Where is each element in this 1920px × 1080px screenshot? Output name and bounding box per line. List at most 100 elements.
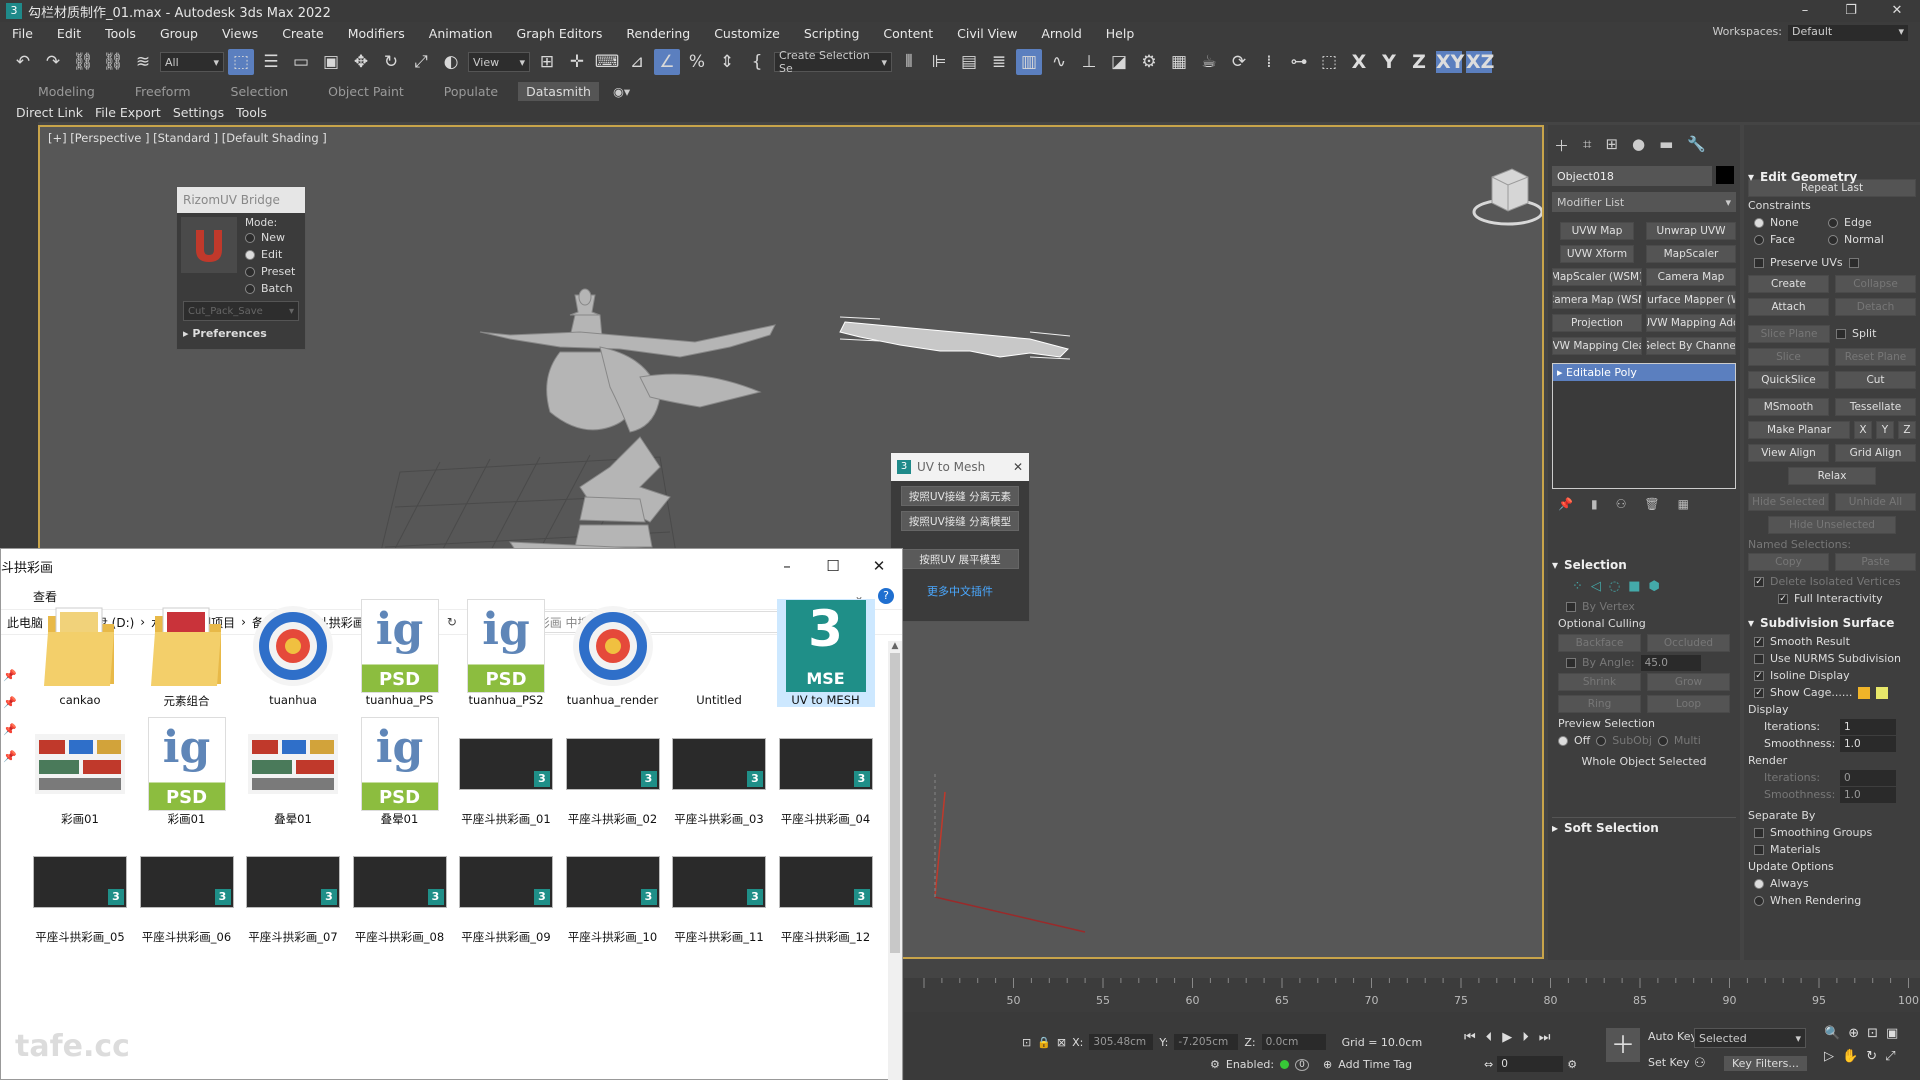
go-to-end-icon[interactable]: ⏭ xyxy=(1539,1030,1551,1045)
slice-button[interactable]: Slice xyxy=(1748,348,1829,366)
menu-item-customize[interactable]: Customize xyxy=(702,26,792,41)
collapse-button[interactable]: Collapse xyxy=(1835,275,1916,293)
axis-z-button[interactable]: Z xyxy=(1406,51,1432,73)
zoom-icon[interactable]: 🔍 xyxy=(1824,1026,1840,1041)
file-item[interactable]: 3 平座斗拱彩画_01 xyxy=(457,717,555,827)
lock-selection-icon[interactable]: 🔒 xyxy=(1037,1036,1051,1049)
current-frame-field[interactable]: 0 xyxy=(1497,1056,1564,1072)
menu-item-arnold[interactable]: Arnold xyxy=(1029,26,1093,41)
explorer-maximize-button[interactable]: ☐ xyxy=(810,549,856,583)
relax-button[interactable]: Relax xyxy=(1788,467,1876,485)
pin-icon[interactable]: 📌 xyxy=(3,696,17,709)
loop-button[interactable]: Loop xyxy=(1647,695,1730,713)
materials-checkbox[interactable] xyxy=(1754,844,1764,855)
split-checkbox[interactable] xyxy=(1836,328,1846,339)
named-selection-dropdown[interactable]: Create Selection Se ▾ xyxy=(774,49,892,75)
axis-xz-button[interactable]: XZ xyxy=(1466,51,1494,73)
axis-xy-button[interactable]: XY xyxy=(1436,51,1464,73)
modifier-button-11[interactable]: Select By Channel xyxy=(1646,337,1736,355)
display-smoothness-spinner[interactable]: 1.0 xyxy=(1840,735,1896,752)
menu-item-views[interactable]: Views xyxy=(210,26,270,41)
file-item[interactable]: 3 平座斗拱彩画_05 xyxy=(31,835,129,945)
file-item[interactable]: ig PSD tuanhua_PS xyxy=(351,599,449,707)
planar-y-button[interactable]: Y xyxy=(1876,421,1894,439)
collapse-icon[interactable]: ▾ xyxy=(1748,170,1754,184)
menu-item-rendering[interactable]: Rendering xyxy=(614,26,702,41)
by-angle-checkbox[interactable] xyxy=(1566,657,1576,668)
radio-preset[interactable] xyxy=(245,266,255,277)
rect-region-icon[interactable]: ▭ xyxy=(288,49,314,75)
axis-y-button[interactable]: Y xyxy=(1376,51,1402,73)
key-selection-dropdown[interactable]: Selected ▾ xyxy=(1694,1028,1806,1048)
copy-button[interactable]: Copy xyxy=(1748,553,1829,571)
modifier-button-10[interactable]: UVW Mapping Clear xyxy=(1552,337,1642,355)
edit-named-selection-icon[interactable]: { xyxy=(744,49,770,75)
paste-button[interactable]: Paste xyxy=(1835,553,1916,571)
key-mode-icon[interactable]: ⇔ xyxy=(1484,1058,1493,1071)
activeshade-icon[interactable]: ⟳ xyxy=(1226,49,1252,75)
by-vertex-checkbox[interactable] xyxy=(1566,601,1576,612)
file-item[interactable]: 3 平座斗拱彩画_12 xyxy=(777,835,875,945)
tab-freeform[interactable]: Freeform xyxy=(115,84,211,99)
mode-new[interactable]: New xyxy=(245,229,295,246)
mode-preset[interactable]: Preset xyxy=(245,263,295,280)
file-item[interactable]: 3 平座斗拱彩画_08 xyxy=(351,835,449,945)
selection-filter-dropdown[interactable]: All ▾ xyxy=(160,52,224,72)
tab-populate[interactable]: Populate xyxy=(424,84,518,99)
set-key-button[interactable]: Set Key xyxy=(1648,1056,1690,1069)
zoom-extents-all-icon[interactable]: ▣ xyxy=(1886,1026,1898,1041)
script-listener-icon[interactable]: ⚙ xyxy=(1210,1058,1220,1071)
object-name-field[interactable]: Object018 xyxy=(1552,166,1712,186)
z-coordinate-field[interactable]: 0.0cm xyxy=(1261,1034,1326,1050)
detach-button[interactable]: Detach xyxy=(1835,298,1916,316)
quickslice-button[interactable]: QuickSlice xyxy=(1748,371,1829,389)
file-item[interactable]: 3 平座斗拱彩画_03 xyxy=(670,717,768,827)
pin-stack-icon[interactable]: 📌 xyxy=(1558,497,1573,511)
file-item[interactable]: Untitled xyxy=(670,599,768,707)
grid-align-button[interactable]: Grid Align xyxy=(1835,444,1916,462)
modifier-button-4[interactable]: MapScaler (WSM) xyxy=(1552,268,1642,286)
ring-button[interactable]: Ring xyxy=(1558,695,1641,713)
file-export-button[interactable]: File Export xyxy=(89,105,167,120)
select-object-icon[interactable]: ⬚ xyxy=(228,49,254,75)
spinner-snap-icon[interactable]: ⇕ xyxy=(714,49,740,75)
remove-modifier-icon[interactable]: 🗑 xyxy=(1644,497,1659,511)
slice-plane-button[interactable]: Slice Plane xyxy=(1748,325,1830,343)
constraint-face-radio[interactable] xyxy=(1754,234,1764,245)
menu-item-animation[interactable]: Animation xyxy=(417,26,505,41)
percent-snap-icon[interactable]: % xyxy=(684,49,710,75)
menu-item-group[interactable]: Group xyxy=(148,26,210,41)
use-nurms-checkbox[interactable] xyxy=(1754,653,1764,664)
workspaces-dropdown[interactable]: Default ▾ xyxy=(1788,25,1908,41)
file-item[interactable]: cankao xyxy=(31,599,129,707)
rendered-frame-icon[interactable]: ▦ xyxy=(1166,49,1192,75)
msmooth-button[interactable]: MSmooth xyxy=(1748,398,1829,416)
x-coordinate-field[interactable]: 305.48cm xyxy=(1089,1034,1154,1050)
pan-icon[interactable]: ✋ xyxy=(1842,1049,1858,1064)
menu-item-file[interactable]: File xyxy=(0,26,45,41)
hide-unselected-button[interactable]: Hide Unselected xyxy=(1768,516,1896,534)
preview-off-radio[interactable] xyxy=(1558,735,1568,746)
settings-button[interactable]: Settings xyxy=(167,105,230,120)
scene-explorer-icon[interactable]: ▤ xyxy=(956,49,982,75)
grow-button[interactable]: Grow xyxy=(1647,673,1730,691)
hide-selected-button[interactable]: Hide Selected xyxy=(1748,493,1829,511)
minimize-button[interactable]: – xyxy=(1782,0,1828,22)
soft-selection-rollout[interactable]: ▸ Soft Selection xyxy=(1552,817,1736,838)
place-icon[interactable]: ◐ xyxy=(438,49,464,75)
occluded-button[interactable]: Occluded xyxy=(1647,634,1730,652)
link-icon[interactable]: ⛓ xyxy=(70,49,96,75)
timeline-ruler[interactable]: 50 55 60 65 70 75 80 85 90 95 100 xyxy=(904,978,1920,1012)
unhide-all-button[interactable]: Unhide All xyxy=(1835,493,1916,511)
utilities-tab-icon[interactable]: 🔧 xyxy=(1687,135,1706,156)
file-item[interactable]: 3 平座斗拱彩画_04 xyxy=(777,717,875,827)
file-item[interactable]: 3 平座斗拱彩画_07 xyxy=(244,835,342,945)
render-icon[interactable]: ☕ xyxy=(1196,49,1222,75)
tab-modeling[interactable]: Modeling xyxy=(18,84,115,99)
default-in-out-icon[interactable]: ⚇ xyxy=(1694,1056,1706,1071)
file-item[interactable]: ig PSD 彩画01 xyxy=(138,717,236,827)
time-tag-icon[interactable]: ⊕ xyxy=(1323,1058,1332,1071)
motion-tab-icon[interactable]: ● xyxy=(1632,135,1645,156)
collapse-icon[interactable]: ▾ xyxy=(1748,616,1754,630)
create-button[interactable]: Create xyxy=(1748,275,1829,293)
